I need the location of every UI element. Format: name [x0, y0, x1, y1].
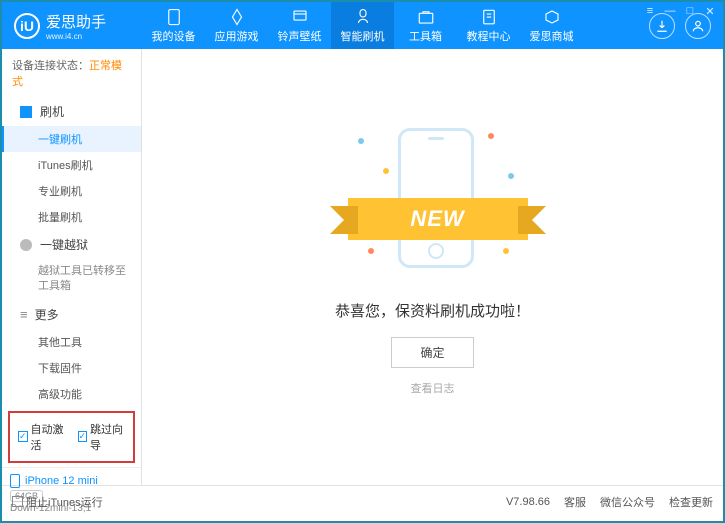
sidebar: 设备连接状态：正常模式 刷机 一键刷机iTunes刷机专业刷机批量刷机 一键越狱…	[2, 49, 142, 485]
app-url: www.i4.cn	[46, 32, 106, 41]
minimize-icon[interactable]: —	[663, 4, 677, 18]
support-link[interactable]: 客服	[564, 494, 586, 510]
checkbox-auto-activate[interactable]: ✓自动激活	[18, 421, 66, 453]
conn-label: 设备连接状态：	[12, 60, 89, 72]
checkbox-block-itunes[interactable]: 阻止iTunes运行	[12, 494, 103, 510]
sidebar-item-more-1[interactable]: 下载固件	[2, 355, 141, 381]
logo-icon: iU	[14, 13, 40, 39]
checkbox-skip-guide[interactable]: ✓跳过向导	[78, 421, 126, 453]
nav-icon	[543, 8, 561, 26]
checkbox-icon	[12, 496, 23, 507]
nav-tab-4[interactable]: 工具箱	[394, 2, 457, 49]
nav-tab-6[interactable]: 爱思商城	[520, 2, 583, 49]
connection-status: 设备连接状态：正常模式	[2, 49, 141, 97]
nav-icon	[354, 8, 372, 26]
nav-tab-0[interactable]: 我的设备	[142, 2, 205, 49]
nav-label: 应用游戏	[215, 28, 259, 44]
checkbox-icon: ✓	[18, 431, 28, 442]
confirm-button[interactable]: 确定	[391, 337, 473, 368]
jailbreak-note: 越狱工具已转移至工具箱	[2, 259, 141, 300]
section-label: 刷机	[40, 103, 64, 120]
device-name: iPhone 12 mini	[10, 474, 133, 488]
nav-label: 我的设备	[152, 28, 196, 44]
nav-icon	[480, 8, 498, 26]
checkbox-row: ✓自动激活 ✓跳过向导	[8, 411, 135, 463]
success-illustration: NEW	[328, 118, 538, 278]
sidebar-item-flash-0[interactable]: 一键刷机	[2, 126, 141, 152]
nav-icon	[228, 8, 246, 26]
sidebar-item-flash-2[interactable]: 专业刷机	[2, 178, 141, 204]
main-content: NEW 恭喜您，保资料刷机成功啦！ 确定 查看日志	[142, 49, 723, 485]
nav-tab-3[interactable]: 智能刷机	[331, 2, 394, 49]
nav-icon	[165, 8, 183, 26]
main-nav: 我的设备 应用游戏 铃声壁纸 智能刷机 工具箱 教程中心 爱思商城	[142, 2, 649, 49]
sidebar-item-more-2[interactable]: 高级功能	[2, 381, 141, 407]
success-message: 恭喜您，保资料刷机成功啦！	[335, 300, 530, 321]
sidebar-section-flash[interactable]: 刷机	[2, 97, 141, 126]
section-label: 一键越狱	[40, 236, 88, 253]
nav-label: 爱思商城	[530, 28, 574, 44]
titlebar: iU 爱思助手 www.i4.cn 我的设备 应用游戏 铃声壁纸 智能刷机 工具箱 教程中…	[2, 2, 723, 49]
more-icon: ≡	[20, 307, 27, 322]
checkbox-icon: ✓	[78, 431, 88, 442]
sidebar-item-flash-3[interactable]: 批量刷机	[2, 204, 141, 230]
app-name: 爱思助手	[46, 14, 106, 31]
window-controls: ≡ — □ ✕	[643, 4, 717, 18]
section-label: 更多	[35, 306, 59, 323]
sidebar-item-flash-1[interactable]: iTunes刷机	[2, 152, 141, 178]
flash-icon	[20, 106, 32, 118]
nav-tab-1[interactable]: 应用游戏	[205, 2, 268, 49]
nav-label: 铃声壁纸	[278, 28, 322, 44]
nav-icon	[291, 8, 309, 26]
nav-label: 智能刷机	[341, 28, 385, 44]
check-update-link[interactable]: 检查更新	[669, 494, 713, 510]
nav-tab-5[interactable]: 教程中心	[457, 2, 520, 49]
menu-icon[interactable]: ≡	[643, 4, 657, 18]
wechat-link[interactable]: 微信公众号	[600, 494, 655, 510]
checkbox-label: 跳过向导	[90, 421, 125, 453]
nav-icon	[417, 8, 435, 26]
nav-label: 教程中心	[467, 28, 511, 44]
checkbox-label: 阻止iTunes运行	[26, 494, 103, 510]
maximize-icon[interactable]: □	[683, 4, 697, 18]
lock-icon	[20, 239, 32, 251]
nav-label: 工具箱	[409, 28, 442, 44]
close-icon[interactable]: ✕	[703, 4, 717, 18]
nav-tab-2[interactable]: 铃声壁纸	[268, 2, 331, 49]
new-ribbon: NEW	[348, 198, 528, 240]
view-log-link[interactable]: 查看日志	[411, 380, 455, 396]
sidebar-item-more-0[interactable]: 其他工具	[2, 329, 141, 355]
app-logo: iU 爱思助手 www.i4.cn	[2, 11, 142, 41]
sidebar-section-jailbreak[interactable]: 一键越狱	[2, 230, 141, 259]
version-label: V7.98.66	[506, 496, 550, 508]
sidebar-section-more[interactable]: ≡ 更多	[2, 300, 141, 329]
checkbox-label: 自动激活	[31, 421, 66, 453]
